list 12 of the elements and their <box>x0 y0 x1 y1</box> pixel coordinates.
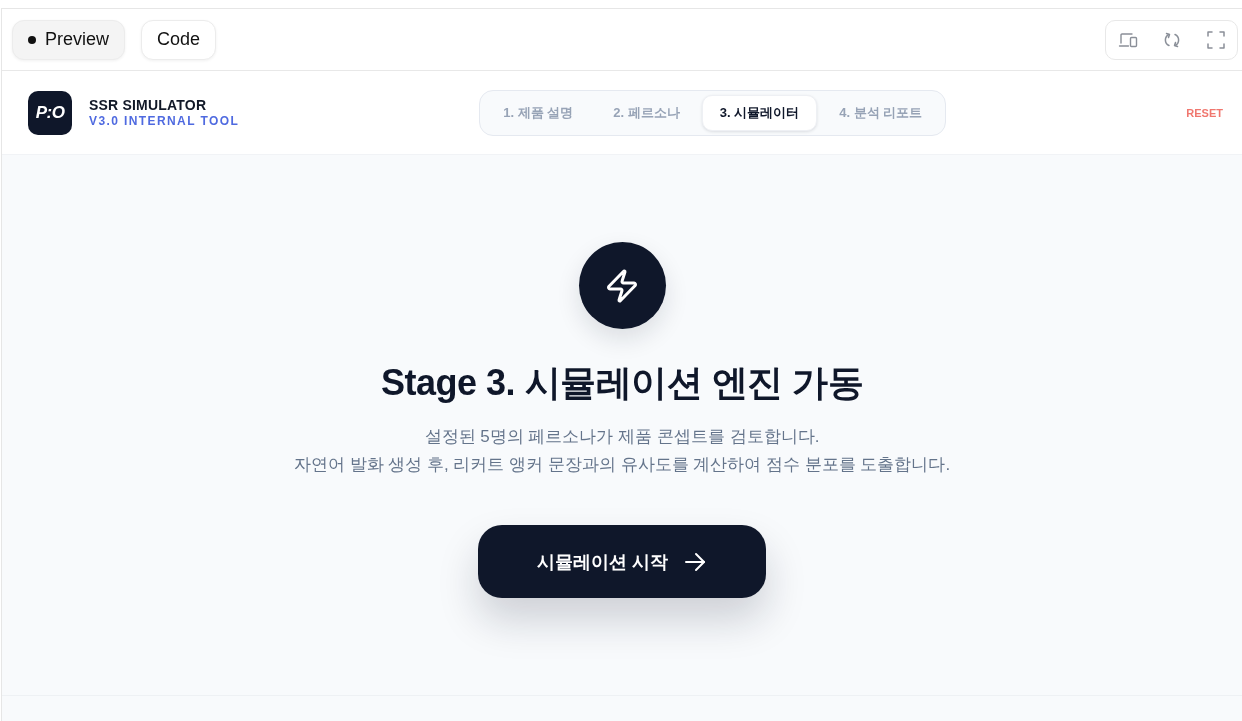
view-tab[interactable]: Preview <box>12 19 126 60</box>
app-logo: P:O <box>28 90 72 135</box>
dot-icon <box>28 35 36 44</box>
start-simulation-button[interactable]: 시뮬레이션 시작 <box>478 525 766 598</box>
app-subtitle: V3.0 INTERNAL TOOL <box>89 114 240 128</box>
stage-heading: Stage 3. 시뮬레이션 엔진 가동 <box>380 361 864 405</box>
fullscreen-icon[interactable] <box>1206 29 1226 50</box>
view-tab[interactable]: Code <box>141 19 217 60</box>
stage-description: 설정된 5명의 페르소나가 제품 콘셉트를 검토합니다. <box>423 426 821 448</box>
stage-description: 자연어 발화 생성 후, 리커트 앵커 문장과의 유사도를 계산하여 점수 분포를 도출합니다. <box>293 454 951 476</box>
app-title: SSR SIMULATOR <box>89 97 208 113</box>
step-tab[interactable]: 3. 시뮬레이터 <box>701 94 818 131</box>
